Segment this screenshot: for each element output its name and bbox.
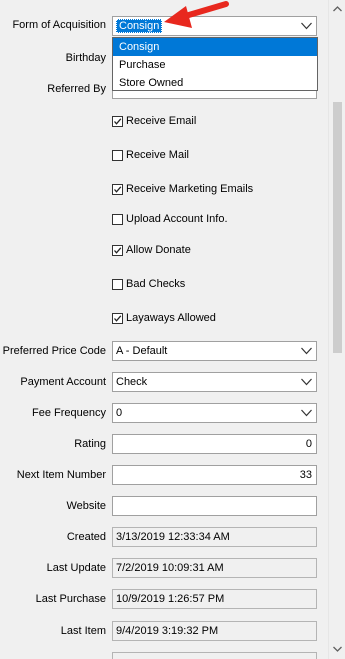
checkbox-label: Bad Checks (126, 278, 186, 290)
fee-frequency-value: 0 (116, 407, 123, 419)
dropdown-option-purchase[interactable]: Purchase (113, 56, 317, 74)
last-item-field: 9/4/2019 3:19:32 PM (112, 621, 317, 641)
referred-by-label: Referred By (47, 83, 106, 95)
checkbox-box[interactable] (112, 244, 123, 256)
scroll-up-arrow-icon[interactable] (333, 5, 342, 13)
receive-email-checkbox[interactable]: Receive Email (112, 113, 196, 129)
chevron-down-icon[interactable] (301, 22, 312, 30)
next-item-number-label: Next Item Number (16, 469, 106, 481)
checkbox-label: Upload Account Info. (126, 213, 228, 225)
checkbox-box[interactable] (112, 278, 123, 290)
acquisition-dropdown-list: Consign Purchase Store Owned (112, 37, 318, 91)
bad-checks-checkbox[interactable]: Bad Checks (112, 276, 185, 292)
scrollbar-thumb[interactable] (333, 102, 342, 353)
checkbox-label: Receive Mail (126, 149, 189, 161)
created-label: Created (66, 531, 106, 543)
vertical-scrollbar[interactable] (328, 0, 345, 659)
birthday-label: Birthday (65, 52, 106, 64)
next-item-number-field[interactable]: 33 (112, 465, 317, 485)
payment-account-value: Check (116, 376, 148, 388)
checkbox-box[interactable] (112, 312, 123, 324)
checkbox-label: Receive Email (126, 115, 197, 127)
website-field[interactable] (112, 496, 317, 516)
fee-frequency-label: Fee Frequency (32, 407, 106, 419)
preferred-price-code-value: A - Default (116, 345, 168, 357)
checkbox-box[interactable] (112, 115, 123, 127)
rating-label: Rating (74, 438, 106, 450)
next-field-partial (112, 652, 317, 659)
payment-account-label: Payment Account (20, 376, 106, 388)
created-field: 3/13/2019 12:33:34 AM (112, 527, 317, 547)
receive-mail-checkbox[interactable]: Receive Mail (112, 147, 189, 163)
chevron-down-icon[interactable] (301, 378, 312, 386)
website-label: Website (66, 500, 106, 512)
last-item-label: Last Item (60, 625, 106, 637)
last-update-field: 7/2/2019 10:09:31 AM (112, 558, 317, 578)
checkbox-label: Allow Donate (126, 244, 191, 256)
dropdown-option-store-owned[interactable]: Store Owned (113, 74, 317, 92)
annotation-arrow-icon (164, 1, 229, 28)
scroll-down-arrow-icon[interactable] (333, 645, 342, 653)
acquisition-label: Form of Acquisition (12, 19, 106, 31)
last-purchase-label: Last Purchase (35, 593, 106, 605)
preferred-price-code-label: Preferred Price Code (2, 345, 106, 357)
payment-account-select[interactable]: Check (112, 372, 317, 392)
preferred-price-code-select[interactable]: A - Default (112, 341, 317, 361)
chevron-down-icon[interactable] (301, 409, 312, 417)
checkbox-box[interactable] (112, 213, 123, 225)
last-purchase-field: 10/9/2019 1:26:57 PM (112, 589, 317, 609)
receive-marketing-emails-checkbox[interactable]: Receive Marketing Emails (112, 181, 253, 197)
checkbox-box[interactable] (112, 149, 123, 161)
upload-account-info-checkbox[interactable]: Upload Account Info. (112, 211, 228, 227)
checkbox-label: Layaways Allowed (126, 312, 216, 324)
dropdown-option-consign[interactable]: Consign (113, 38, 317, 56)
rating-field[interactable]: 0 (112, 434, 317, 454)
allow-donate-checkbox[interactable]: Allow Donate (112, 242, 191, 258)
checkbox-label: Receive Marketing Emails (126, 183, 254, 195)
acquisition-selected-value: Consign (116, 19, 163, 33)
last-update-label: Last Update (46, 562, 106, 574)
fee-frequency-select[interactable]: 0 (112, 403, 317, 423)
layaways-allowed-checkbox[interactable]: Layaways Allowed (112, 310, 216, 326)
chevron-down-icon[interactable] (301, 347, 312, 355)
checkbox-box[interactable] (112, 183, 123, 195)
